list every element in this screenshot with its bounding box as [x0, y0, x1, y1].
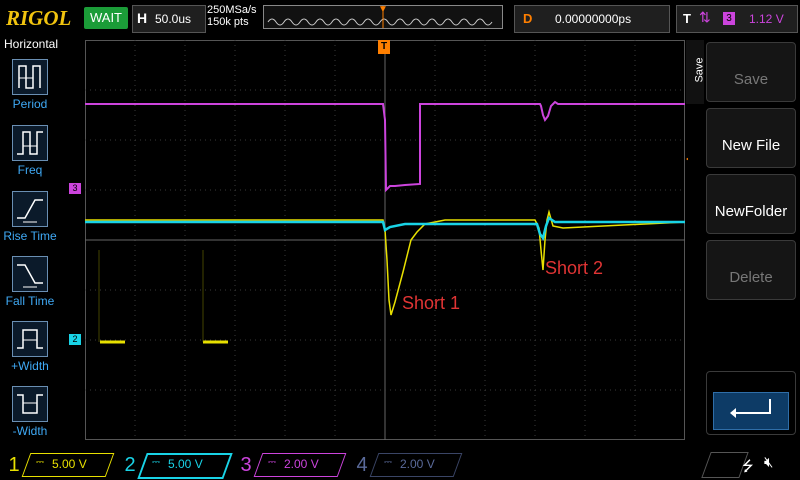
measure-freq-item[interactable]: Freq	[0, 125, 60, 189]
dc-coupling-icon: ⎓	[384, 457, 392, 468]
new-folder-button[interactable]: NewFolder	[706, 174, 796, 234]
delete-label: Delete	[729, 269, 773, 286]
new-file-button[interactable]: New File	[706, 108, 796, 168]
dc-coupling-icon: ⎓	[152, 457, 160, 468]
channel-1-pulse-edges	[98, 250, 204, 342]
measure-rise-time-item[interactable]: Rise Time	[0, 191, 60, 255]
return-arrow-icon	[713, 392, 789, 430]
horizontal-timebase-box[interactable]: H 50.0us	[132, 5, 206, 33]
left-measure-menu: Horizontal Period Freq Rise Time Fall Ti…	[0, 37, 60, 450]
rising-falling-edge-icon: ⇅	[699, 9, 711, 25]
save-button[interactable]: Save	[706, 42, 796, 102]
measure-negative-width-item[interactable]: -Width	[0, 386, 60, 450]
channel-1-scale: 5.00 V	[52, 457, 87, 471]
channel-3-trace	[85, 100, 685, 193]
period-measure-icon	[12, 59, 48, 95]
save-menu-tab: Save	[686, 40, 706, 104]
speaker-muted-icon[interactable]: 🔇︎	[764, 454, 773, 471]
save-button-label: Save	[733, 71, 769, 88]
trigger-source-badge: 3	[723, 12, 735, 25]
measure-positive-width-item[interactable]: +Width	[0, 321, 60, 385]
trigger-level: 1.12 V	[749, 12, 784, 26]
channel-2-status[interactable]: 2 ⎓ 5.00 V	[116, 452, 233, 479]
usb-icon: ⭍	[742, 458, 754, 474]
channel-1-status[interactable]: 1 ⎓ 5.00 V	[0, 452, 115, 478]
memory-depth: 150k pts	[207, 16, 249, 28]
delay-value: 0.00000000ps	[555, 12, 632, 26]
timebase-value: 50.0us	[155, 12, 192, 26]
save-menu-title: Save	[693, 57, 706, 83]
new-file-label: New File	[721, 137, 781, 154]
short-2-annotation: Short 2	[545, 258, 604, 278]
sample-rate: 250MSa/s	[207, 4, 257, 16]
fall-time-icon	[12, 256, 48, 292]
dc-coupling-icon: ⎓	[36, 457, 44, 468]
delay-box[interactable]: D 0.00000000ps	[514, 5, 670, 33]
measure-period-item[interactable]: Period	[0, 59, 60, 123]
negative-width-icon	[12, 386, 48, 422]
measure-fall-time-item[interactable]: Fall Time	[0, 256, 60, 320]
positive-width-label: +Width	[11, 359, 49, 373]
sampling-info: 250MSa/s 150k pts	[207, 4, 257, 28]
channel-2-scale: 5.00 V	[168, 457, 203, 471]
channel-3-scale: 2.00 V	[284, 457, 319, 471]
return-button[interactable]	[706, 371, 796, 435]
left-menu-title: Horizontal	[3, 37, 59, 51]
freq-label: Freq	[17, 163, 43, 177]
dc-coupling-icon: ⎓	[268, 457, 276, 468]
frequency-measure-icon	[12, 125, 48, 161]
rise-time-icon	[12, 191, 48, 227]
waveform-graticule[interactable]	[85, 40, 685, 440]
channel-3-status[interactable]: 3 ⎓ 2.00 V	[232, 452, 347, 478]
memory-waveform-overview[interactable]: ▼	[263, 4, 503, 29]
channel-2-offset-marker[interactable]: 2	[69, 334, 81, 345]
fall-time-label: Fall Time	[5, 294, 55, 308]
trigger-box[interactable]: T ⇅ 3 1.12 V	[676, 5, 798, 33]
channel-4-status[interactable]: 4 ⎓ 2.00 V	[348, 452, 463, 478]
delay-label: D	[523, 11, 533, 26]
horizontal-label: H	[137, 10, 148, 26]
short-1-annotation: Short 1	[402, 293, 461, 313]
memory-trigger-marker: ▼	[378, 4, 388, 15]
run-status-badge[interactable]: WAIT	[84, 7, 128, 29]
positive-width-icon	[12, 321, 48, 357]
trigger-position-marker[interactable]: T	[378, 40, 390, 54]
rise-time-label: Rise Time	[3, 229, 57, 243]
channel-4-scale: 2.00 V	[400, 457, 435, 471]
trigger-label: T	[683, 11, 691, 26]
new-folder-label: NewFolder	[714, 203, 788, 220]
delete-button[interactable]: Delete	[706, 240, 796, 300]
negative-width-label: -Width	[12, 424, 48, 438]
period-label: Period	[12, 97, 48, 111]
rigol-logo: RIGOL	[6, 6, 72, 30]
channel-3-offset-marker[interactable]: 3	[69, 183, 81, 194]
